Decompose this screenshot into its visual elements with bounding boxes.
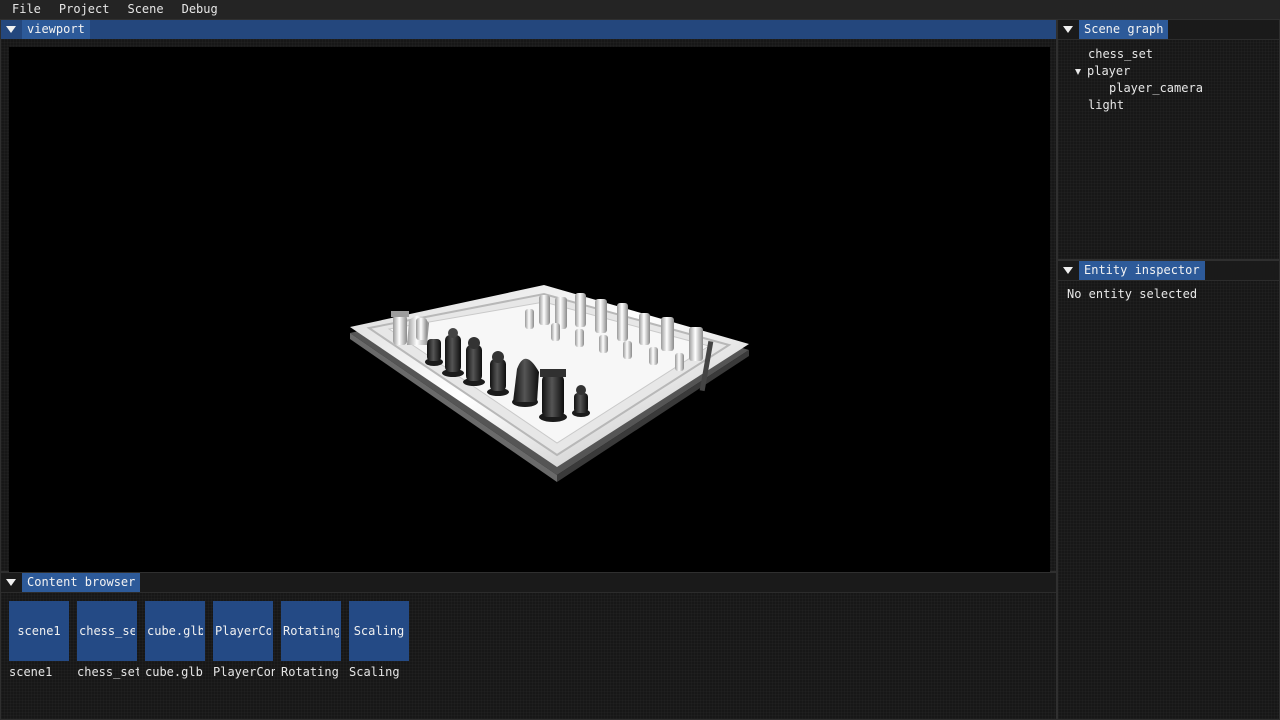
scene-graph-panel: Scene graph chess_set player player_came… (1057, 19, 1280, 260)
tree-node-chess-set[interactable]: chess_set (1058, 46, 1279, 63)
chess-scene-render (350, 285, 749, 482)
tree-node-label: player_camera (1109, 81, 1203, 95)
tree-node-label: chess_set (1088, 47, 1154, 61)
tree-node-player-camera[interactable]: player_camera (1058, 80, 1279, 97)
asset-thumbnail[interactable]: PlayerController (213, 601, 273, 661)
asset-label: PlayerController (213, 665, 275, 679)
asset-thumbnail[interactable]: scene1 (9, 601, 69, 661)
asset-label: scene1 (9, 665, 53, 679)
collapse-triangle-icon[interactable] (6, 579, 16, 586)
content-item-scene1[interactable]: scene1 scene1 (9, 601, 69, 679)
viewport-tab-bar: viewport (1, 20, 1056, 39)
tree-node-label: player (1087, 64, 1131, 78)
menu-debug[interactable]: Debug (172, 0, 226, 19)
tab-viewport[interactable]: viewport (22, 20, 90, 39)
viewport-panel: viewport (0, 19, 1057, 582)
scene-graph-tab-bar: Scene graph (1058, 20, 1279, 40)
menu-bar: File Project Scene Debug (0, 0, 1280, 19)
tab-scene-graph[interactable]: Scene graph (1079, 20, 1169, 39)
entity-inspector-tab-bar: Entity inspector (1058, 261, 1279, 281)
collapse-triangle-icon[interactable] (1063, 267, 1073, 274)
tab-content-browser[interactable]: Content browser (22, 573, 141, 592)
asset-label: Rotating (281, 665, 339, 679)
collapse-triangle-icon[interactable] (6, 26, 16, 33)
viewport-render-canvas[interactable] (9, 47, 1050, 582)
menu-file[interactable]: File (0, 0, 49, 19)
content-item-chess-set[interactable]: chess_set chess_set (77, 601, 139, 679)
tree-node-light[interactable]: light (1058, 97, 1279, 114)
collapse-triangle-icon[interactable] (1063, 26, 1073, 33)
asset-thumbnail[interactable]: Scaling (349, 601, 409, 661)
no-entity-message: No entity selected (1067, 287, 1198, 301)
content-item-cube-glb[interactable]: cube.glb cube.glb (145, 601, 205, 679)
content-item-playercontroller[interactable]: PlayerController PlayerController (213, 601, 275, 679)
asset-label: cube.glb (145, 665, 203, 679)
tab-entity-inspector[interactable]: Entity inspector (1079, 261, 1205, 280)
asset-thumbnail[interactable]: cube.glb (145, 601, 205, 661)
tree-node-player[interactable]: player (1058, 63, 1279, 80)
tree-node-label: light (1088, 98, 1125, 112)
content-item-scaling[interactable]: Scaling Scaling (349, 601, 409, 679)
asset-thumbnail[interactable]: chess_set (77, 601, 137, 661)
content-browser-tab-bar: Content browser (1, 573, 1056, 593)
asset-label: chess_set (77, 665, 139, 679)
asset-label: Scaling (349, 665, 400, 679)
content-item-rotating[interactable]: Rotating Rotating (281, 601, 341, 679)
content-browser-panel: Content browser scene1 scene1 chess_set … (0, 572, 1057, 720)
scene-tree: chess_set player player_camera light (1058, 46, 1279, 114)
entity-inspector-panel: Entity inspector No entity selected (1057, 260, 1280, 720)
menu-scene[interactable]: Scene (117, 0, 171, 19)
menu-project[interactable]: Project (49, 0, 118, 19)
content-item-list: scene1 scene1 chess_set chess_set cube.g… (9, 601, 417, 679)
tree-expand-arrow-icon[interactable] (1075, 68, 1081, 75)
asset-thumbnail[interactable]: Rotating (281, 601, 341, 661)
